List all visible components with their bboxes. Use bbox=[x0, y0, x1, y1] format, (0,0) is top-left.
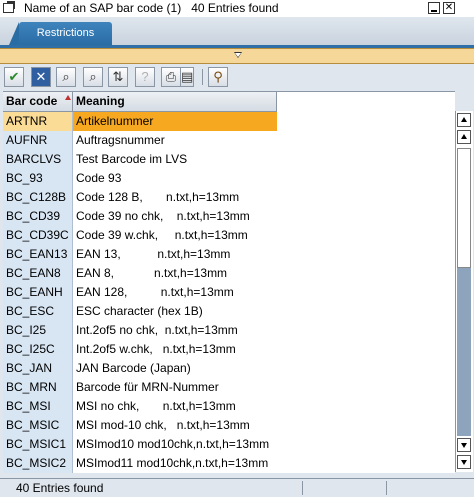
personal-list-icon[interactable]: ▤ bbox=[180, 67, 194, 87]
meaning-cell[interactable]: Code 128 B, n.txt,h=13mm bbox=[73, 188, 277, 207]
bar-code-cell[interactable]: BC_MSI bbox=[3, 397, 73, 416]
page-up-button[interactable] bbox=[457, 130, 471, 144]
status-divider bbox=[386, 481, 387, 495]
table-header: Bar code Meaning bbox=[3, 92, 277, 112]
bar-code-cell[interactable]: BC_I25C bbox=[3, 340, 73, 359]
status-text: 40 Entries found bbox=[16, 481, 104, 495]
checkmark-icon[interactable]: ✔ bbox=[4, 67, 24, 87]
table-row[interactable]: BC_I25 Int.2of5 no chk, n.txt,h=13mm bbox=[3, 321, 277, 340]
table-row[interactable]: BC_ESC ESC character (hex 1B) bbox=[3, 302, 277, 321]
find-next-icon[interactable]: ⌕ bbox=[83, 67, 103, 87]
window-title: Name of an SAP bar code (1) 40 Entries f… bbox=[24, 1, 279, 15]
bar-code-cell[interactable]: AUFNR bbox=[3, 131, 73, 150]
meaning-cell[interactable]: JAN Barcode (Japan) bbox=[73, 359, 277, 378]
scroll-up-button[interactable] bbox=[457, 113, 471, 127]
bar-code-cell[interactable]: BARCLVS bbox=[3, 150, 73, 169]
bar-code-cell[interactable]: BC_MSIC1 bbox=[3, 435, 73, 454]
meaning-cell[interactable]: EAN 8, n.txt,h=13mm bbox=[73, 264, 277, 283]
status-bar: 40 Entries found bbox=[0, 478, 474, 497]
table-row[interactable]: BC_93 Code 93 bbox=[3, 169, 277, 188]
meaning-cell[interactable]: Code 39 no chk, n.txt,h=13mm bbox=[73, 207, 277, 226]
bar-code-cell[interactable]: BC_EANH bbox=[3, 283, 73, 302]
meaning-cell[interactable]: Barcode für MRN-Nummer bbox=[73, 378, 277, 397]
bar-code-cell[interactable]: BC_93 bbox=[3, 169, 73, 188]
pin-icon[interactable]: ⚲ bbox=[208, 67, 228, 87]
find-icon[interactable]: ⌕ bbox=[56, 67, 76, 87]
scroll-track[interactable] bbox=[457, 268, 471, 436]
page-down-button[interactable] bbox=[457, 438, 471, 452]
meaning-cell[interactable]: Code 39 w.chk, n.txt,h=13mm bbox=[73, 226, 277, 245]
close-icon[interactable]: ✕ bbox=[443, 2, 455, 14]
table-row[interactable]: BC_EANH EAN 128, n.txt,h=13mm bbox=[3, 283, 277, 302]
table-row[interactable]: BC_EAN13 EAN 13, n.txt,h=13mm bbox=[3, 245, 277, 264]
table-row[interactable]: BC_I25C Int.2of5 w.chk, n.txt,h=13mm bbox=[3, 340, 277, 359]
column-header-meaning[interactable]: Meaning bbox=[73, 92, 277, 111]
collapse-strip[interactable] bbox=[0, 48, 474, 64]
bar-code-cell[interactable]: BC_JAN bbox=[3, 359, 73, 378]
bar-code-cell[interactable]: BC_ESC bbox=[3, 302, 73, 321]
table-row[interactable]: BC_MSIC MSI mod-10 chk, n.txt,h=13mm bbox=[3, 416, 277, 435]
table-row[interactable]: BC_JAN JAN Barcode (Japan) bbox=[3, 359, 277, 378]
meaning-cell[interactable]: EAN 13, n.txt,h=13mm bbox=[73, 245, 277, 264]
meaning-cell[interactable]: MSImod11 mod10chk,n.txt,h=13mm bbox=[73, 454, 277, 473]
print-icon[interactable]: ⎙ bbox=[161, 67, 181, 87]
bar-code-cell[interactable]: BC_EAN8 bbox=[3, 264, 73, 283]
help-icon[interactable]: ? bbox=[135, 67, 155, 87]
table-row[interactable]: BC_CD39 Code 39 no chk, n.txt,h=13mm bbox=[3, 207, 277, 226]
bar-code-cell[interactable]: BC_I25 bbox=[3, 321, 73, 340]
table-row[interactable]: BC_MRN Barcode für MRN-Nummer bbox=[3, 378, 277, 397]
bar-code-cell[interactable]: BC_MRN bbox=[3, 378, 73, 397]
bar-code-cell[interactable]: BC_MSIC2 bbox=[3, 454, 73, 473]
meaning-cell[interactable]: EAN 128, n.txt,h=13mm bbox=[73, 283, 277, 302]
toolbar-separator bbox=[202, 69, 203, 85]
table-body: ARTNR Artikelnummer AUFNR Auftragsnummer BAR… bbox=[3, 112, 277, 473]
sort-ascending-icon bbox=[65, 95, 71, 100]
window-icon bbox=[3, 3, 14, 13]
meaning-cell[interactable]: ESC character (hex 1B) bbox=[73, 302, 277, 321]
meaning-cell[interactable]: Int.2of5 no chk, n.txt,h=13mm bbox=[73, 321, 277, 340]
column-header-bar-code[interactable]: Bar code bbox=[3, 92, 73, 111]
table-row[interactable]: BC_MSI MSI no chk, n.txt,h=13mm bbox=[3, 397, 277, 416]
meaning-cell[interactable]: MSI no chk, n.txt,h=13mm bbox=[73, 397, 277, 416]
table-row[interactable]: AUFNR Auftragsnummer bbox=[3, 131, 277, 150]
meaning-cell[interactable]: Int.2of5 w.chk, n.txt,h=13mm bbox=[73, 340, 277, 359]
tab-restrictions[interactable]: Restrictions bbox=[9, 22, 112, 45]
table-row[interactable]: BC_MSIC2 MSImod11 mod10chk,n.txt,h=13mm bbox=[3, 454, 277, 473]
meaning-cell[interactable]: Code 93 bbox=[73, 169, 277, 188]
title-bar: Name of an SAP bar code (1) 40 Entries f… bbox=[0, 0, 474, 18]
bar-code-cell[interactable]: BC_EAN13 bbox=[3, 245, 73, 264]
minimize-icon[interactable] bbox=[428, 2, 440, 14]
meaning-cell[interactable]: Test Barcode im LVS bbox=[73, 150, 277, 169]
meaning-cell[interactable]: MSI mod-10 chk, n.txt,h=13mm bbox=[73, 416, 277, 435]
table-row[interactable]: BARCLVS Test Barcode im LVS bbox=[3, 150, 277, 169]
bar-code-cell[interactable]: BC_C128B bbox=[3, 188, 73, 207]
table-row[interactable]: BC_CD39C Code 39 w.chk, n.txt,h=13mm bbox=[3, 226, 277, 245]
table-row[interactable]: BC_C128B Code 128 B, n.txt,h=13mm bbox=[3, 188, 277, 207]
bar-code-cell[interactable]: ARTNR bbox=[3, 112, 73, 131]
expand-arrow-icon[interactable] bbox=[234, 52, 242, 58]
table-row[interactable]: BC_MSIC1 MSImod10 mod10chk,n.txt,h=13mm bbox=[3, 435, 277, 454]
scroll-down-button[interactable] bbox=[457, 455, 471, 469]
table-row[interactable]: ARTNR Artikelnummer bbox=[3, 112, 277, 131]
scroll-thumb[interactable] bbox=[457, 148, 471, 268]
bar-code-cell[interactable]: BC_CD39 bbox=[3, 207, 73, 226]
toolbar: ✔ ✕ ⌕ ⌕ ⇅ ? ⎙ ▤ ⚲ bbox=[0, 64, 474, 90]
results-table: Bar code Meaning ARTNR Artikelnummer AUFNR… bbox=[3, 91, 455, 473]
meaning-cell[interactable]: Artikelnummer bbox=[73, 112, 277, 131]
table-row[interactable]: BC_EAN8 EAN 8, n.txt,h=13mm bbox=[3, 264, 277, 283]
status-divider bbox=[302, 481, 303, 495]
meaning-cell[interactable]: MSImod10 mod10chk,n.txt,h=13mm bbox=[73, 435, 277, 454]
bar-code-cell[interactable]: BC_MSIC bbox=[3, 416, 73, 435]
vertical-scrollbar[interactable] bbox=[455, 111, 473, 472]
meaning-cell[interactable]: Auftragsnummer bbox=[73, 131, 277, 150]
bar-code-cell[interactable]: BC_CD39C bbox=[3, 226, 73, 245]
sort-icon[interactable]: ⇅ bbox=[108, 67, 128, 87]
cancel-icon[interactable]: ✕ bbox=[31, 67, 51, 87]
